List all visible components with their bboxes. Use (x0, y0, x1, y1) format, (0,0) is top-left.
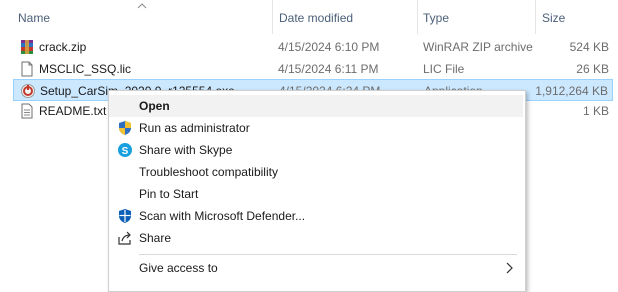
file-size: 1 KB (582, 104, 609, 118)
menu-item-pin-to-start[interactable]: Pin to Start (109, 183, 523, 205)
menu-item-label: Open (139, 99, 170, 113)
menu-item-label: Scan with Microsoft Defender... (139, 209, 306, 223)
file-type: LIC File (423, 62, 465, 76)
chevron-right-icon (506, 262, 513, 274)
file-size: 1,912,264 KB (535, 84, 608, 98)
menu-item-run-as-administrator[interactable]: Run as administrator (109, 117, 523, 139)
column-name[interactable]: Name (18, 11, 50, 25)
text-file-icon (21, 103, 33, 119)
column-header-bar: Name Date modified Type Size (0, 0, 618, 34)
file-date: 4/15/2024 6:11 PM (278, 62, 379, 76)
menu-item-label: Give access to (139, 261, 218, 275)
menu-item-label: Pin to Start (139, 187, 199, 201)
share-icon (118, 231, 131, 245)
menu-item-open[interactable]: Open (109, 95, 523, 117)
menu-separator (139, 254, 517, 255)
menu-item-troubleshoot-compatibility[interactable]: Troubleshoot compatibility (109, 161, 523, 183)
column-divider[interactable] (272, 0, 273, 34)
column-date-modified[interactable]: Date modified (279, 11, 353, 25)
column-type[interactable]: Type (423, 11, 449, 25)
uac-shield-icon (119, 121, 131, 135)
document-icon (21, 61, 33, 77)
file-type: WinRAR ZIP archive (423, 40, 533, 54)
file-date: 4/15/2024 6:10 PM (278, 40, 380, 54)
file-size: 26 KB (576, 62, 609, 76)
menu-item-share[interactable]: Share (109, 227, 523, 249)
menu-item-label: Share with Skype (139, 143, 233, 157)
context-menu: Open Run as administrator S Share with S… (108, 90, 526, 292)
skype-icon: S (118, 143, 132, 157)
winrar-zip-icon (21, 40, 33, 54)
file-size: 524 KB (569, 40, 609, 54)
column-divider[interactable] (417, 0, 418, 34)
menu-item-label: Troubleshoot compatibility (139, 165, 278, 179)
menu-item-share-with-skype[interactable]: S Share with Skype (109, 139, 523, 161)
file-row[interactable]: crack.zip 4/15/2024 6:10 PM WinRAR ZIP a… (13, 36, 613, 58)
svg-text:S: S (122, 146, 129, 157)
menu-item-give-access-to[interactable]: Give access to (109, 257, 523, 279)
menu-item-label: Share (139, 231, 172, 245)
menu-item-label: Run as administrator (139, 121, 250, 135)
column-size[interactable]: Size (542, 11, 565, 25)
column-divider[interactable] (535, 0, 536, 34)
file-name: crack.zip (39, 40, 87, 54)
file-name: README.txt (39, 104, 107, 118)
file-row[interactable]: MSCLIC_SSQ.lic 4/15/2024 6:11 PM LIC Fil… (13, 58, 613, 80)
defender-icon (119, 209, 131, 223)
carsim-setup-icon (21, 84, 35, 98)
sort-ascending-icon (137, 3, 147, 9)
menu-item-scan-with-defender[interactable]: Scan with Microsoft Defender... (109, 205, 523, 227)
file-name: MSCLIC_SSQ.lic (39, 62, 132, 76)
